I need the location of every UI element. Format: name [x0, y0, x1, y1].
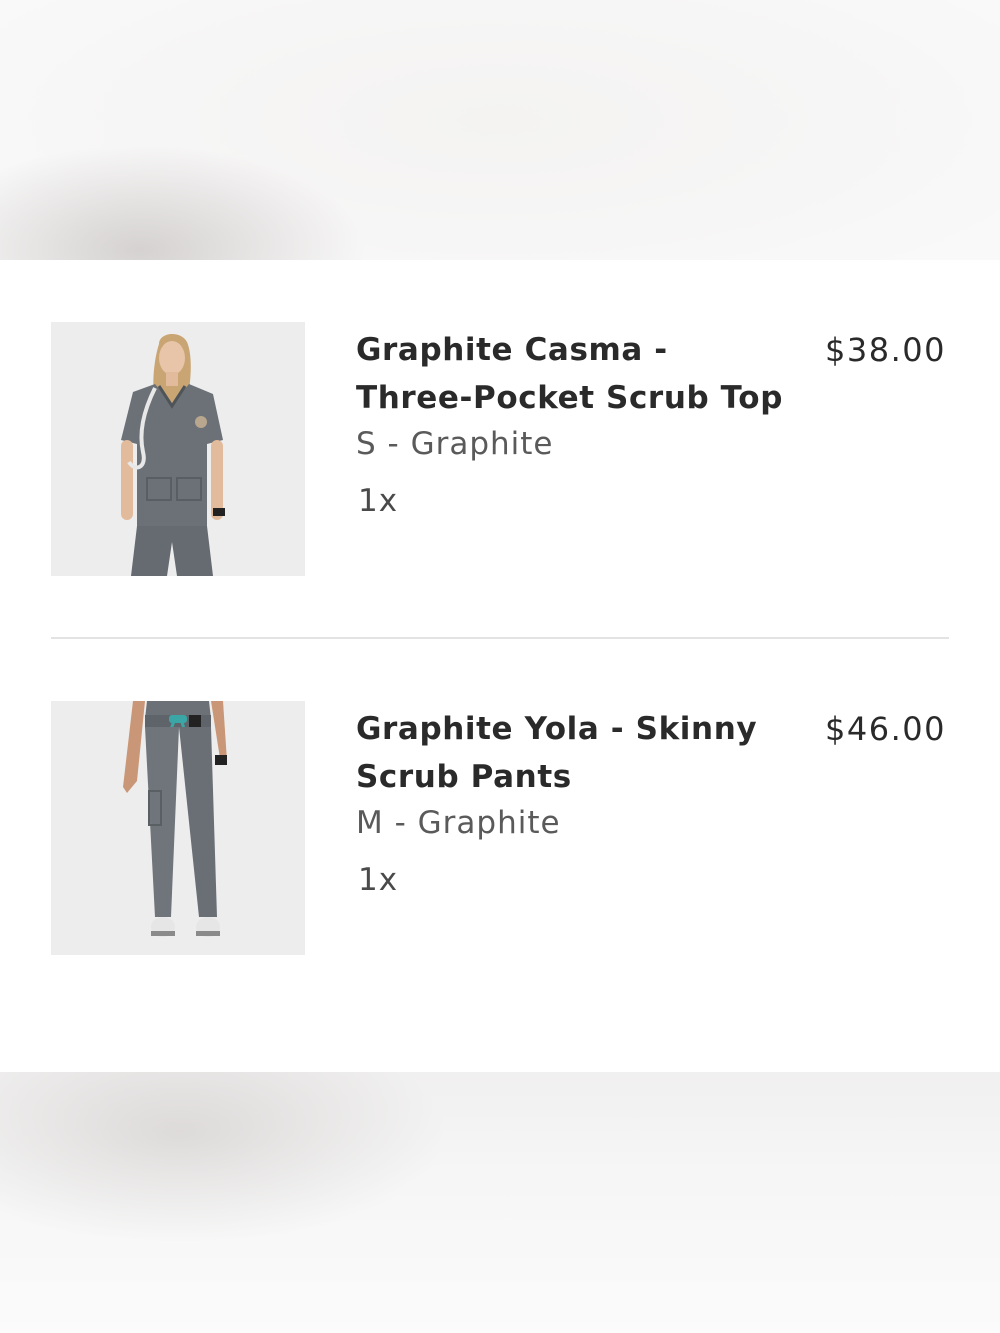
item-divider: [51, 637, 949, 639]
product-quantity: 1x: [358, 862, 399, 898]
product-quantity: 1x: [358, 483, 399, 519]
scrub-top-photo-icon: [51, 322, 305, 576]
product-price: $46.00: [825, 710, 946, 748]
product-image[interactable]: [51, 701, 305, 955]
background-blur-bottom: [0, 1072, 1000, 1333]
cart-item[interactable]: Graphite Casma - Three-Pocket Scrub Top …: [51, 322, 949, 576]
cart-item[interactable]: Graphite Yola - Skinny Scrub Pants M - G…: [51, 701, 949, 955]
product-title[interactable]: Graphite Yola - Skinny Scrub Pants: [356, 705, 796, 801]
product-title[interactable]: Graphite Casma - Three-Pocket Scrub Top: [356, 326, 796, 422]
product-variant: S - Graphite: [356, 426, 554, 462]
background-blur-top: [0, 0, 1000, 260]
product-price: $38.00: [825, 331, 946, 369]
scrub-pants-photo-icon: [51, 701, 305, 955]
cart-items-panel: Graphite Casma - Three-Pocket Scrub Top …: [0, 260, 1000, 1072]
product-variant: M - Graphite: [356, 805, 561, 841]
product-image[interactable]: [51, 322, 305, 576]
